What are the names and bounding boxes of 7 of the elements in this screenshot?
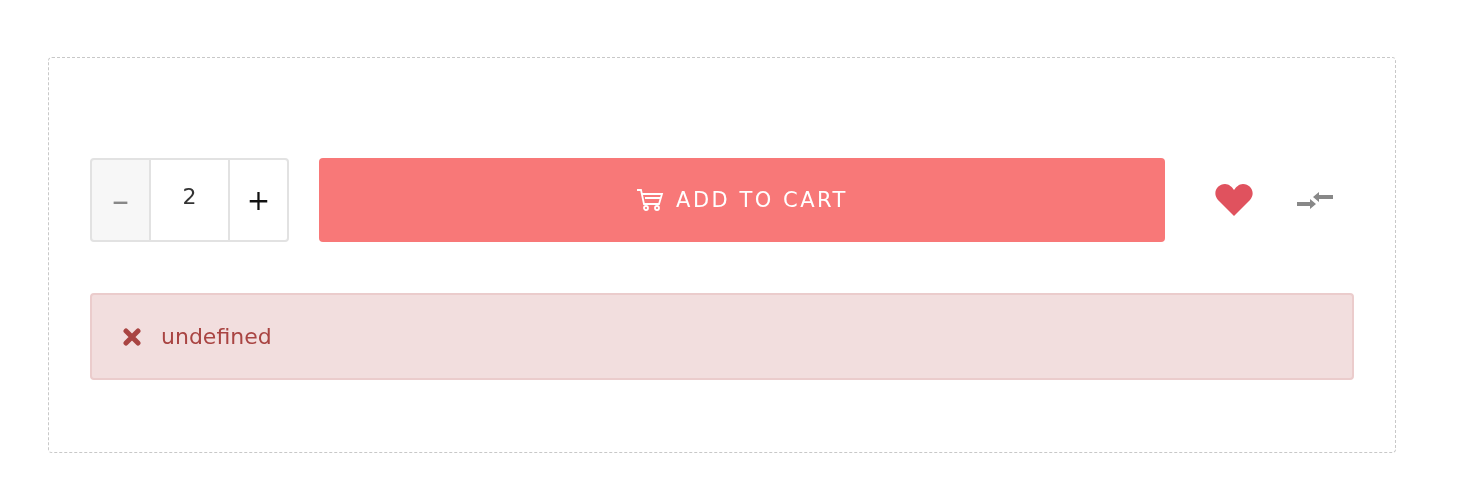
increment-button[interactable]: + [228,158,289,242]
heart-icon[interactable] [1215,184,1253,216]
cart-icon [636,188,665,212]
close-icon [123,327,141,346]
alert-message: undefined [161,324,272,349]
compare-arrows-icon[interactable] [1297,189,1333,211]
quantity-field[interactable]: 2 [151,158,228,242]
